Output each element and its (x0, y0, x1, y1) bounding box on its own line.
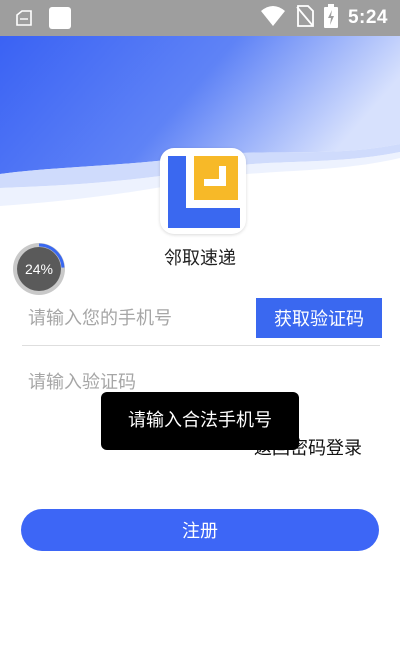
divider (22, 345, 380, 346)
progress-label: 24% (24, 261, 54, 277)
progress-ring[interactable]: 24% (12, 242, 66, 296)
wifi-icon (260, 5, 286, 31)
notification-square-icon (48, 6, 72, 34)
app-logo-icon (168, 156, 240, 228)
status-bar: 5:24 (0, 0, 400, 36)
get-code-button[interactable]: 获取验证码 (256, 298, 382, 338)
phone-input[interactable] (22, 300, 260, 336)
battery-charging-icon (323, 4, 338, 32)
launcher-icon (14, 9, 34, 31)
register-button[interactable]: 注册 (21, 509, 379, 551)
clock-time: 5:24 (347, 7, 388, 28)
no-sim-icon (296, 5, 314, 31)
app-logo (160, 148, 246, 234)
toast-message: 请输入合法手机号 (101, 392, 299, 450)
